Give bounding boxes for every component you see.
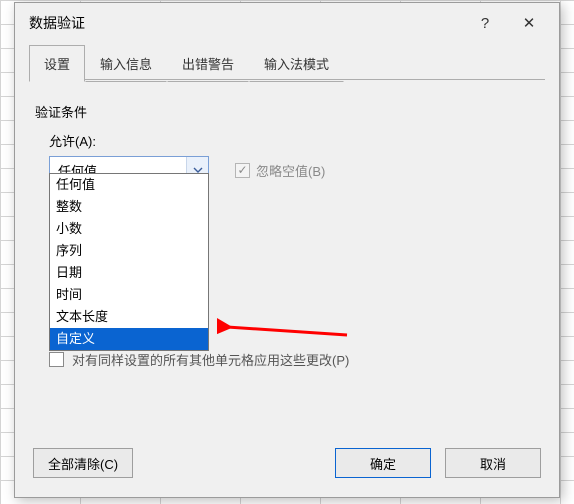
option-custom[interactable]: 自定义 — [50, 328, 208, 350]
data-validation-dialog: 数据验证 ? ✕ 设置 输入信息 出错警告 输入法模式 验证条件 允许(A): … — [14, 2, 560, 498]
clear-all-button[interactable]: 全部清除(C) — [33, 448, 133, 478]
tab-input-message[interactable]: 输入信息 — [85, 45, 167, 82]
dialog-title: 数据验证 — [29, 13, 463, 33]
option-date[interactable]: 日期 — [50, 262, 208, 284]
apply-all-checkbox[interactable]: 对有同样设置的所有其他单元格应用这些更改(P) — [49, 350, 349, 369]
help-button[interactable]: ? — [463, 8, 507, 38]
ignore-blank-checkbox: 忽略空值(B) — [235, 161, 325, 180]
ok-button[interactable]: 确定 — [335, 448, 431, 478]
tab-settings[interactable]: 设置 — [29, 45, 85, 82]
option-time[interactable]: 时间 — [50, 284, 208, 306]
option-text-length[interactable]: 文本长度 — [50, 306, 208, 328]
ignore-blank-label: 忽略空值(B) — [256, 161, 325, 180]
spreadsheet-background: 数据验证 ? ✕ 设置 输入信息 出错警告 输入法模式 验证条件 允许(A): … — [0, 0, 574, 504]
tab-strip: 设置 输入信息 出错警告 输入法模式 — [29, 45, 545, 82]
tab-error-alert[interactable]: 出错警告 — [167, 45, 249, 82]
dialog-footer: 全部清除(C) 确定 取消 — [15, 443, 559, 497]
dialog-body: 设置 输入信息 出错警告 输入法模式 验证条件 允许(A): 任何值 — [29, 45, 545, 443]
close-button[interactable]: ✕ — [507, 8, 551, 38]
option-decimal[interactable]: 小数 — [50, 218, 208, 240]
apply-all-label: 对有同样设置的所有其他单元格应用这些更改(P) — [72, 350, 349, 369]
checkbox-icon — [235, 163, 250, 178]
annotation-arrow-icon — [217, 317, 357, 347]
criteria-label: 验证条件 — [35, 102, 539, 121]
allow-dropdown-list[interactable]: 任何值 整数 小数 序列 日期 时间 文本长度 自定义 — [49, 173, 209, 351]
allow-label: 允许(A): — [49, 131, 539, 150]
titlebar: 数据验证 ? ✕ — [15, 3, 559, 43]
tab-ime-mode[interactable]: 输入法模式 — [249, 45, 344, 82]
option-any-value[interactable]: 任何值 — [50, 174, 208, 196]
checkbox-icon — [49, 352, 64, 367]
option-list[interactable]: 序列 — [50, 240, 208, 262]
cancel-button[interactable]: 取消 — [445, 448, 541, 478]
option-whole-number[interactable]: 整数 — [50, 196, 208, 218]
